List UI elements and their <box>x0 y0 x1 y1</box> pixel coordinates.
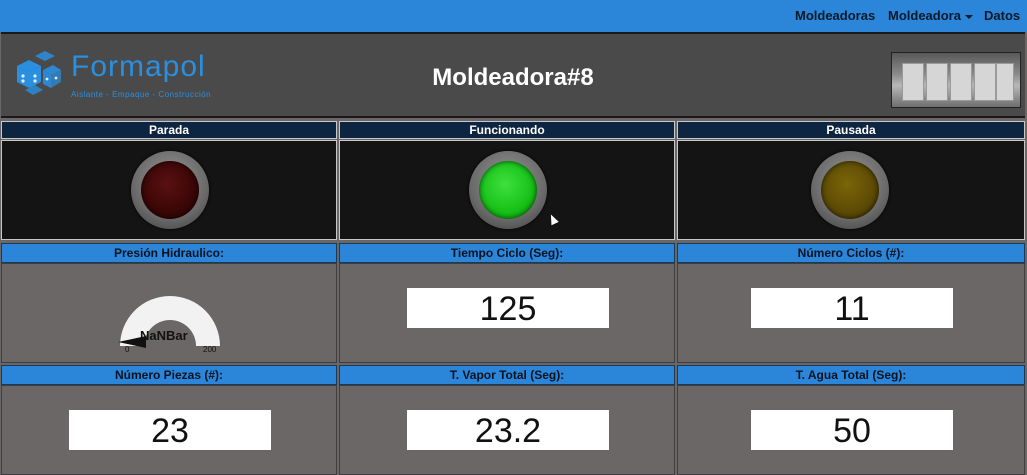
label-numero-piezas: Número Piezas (#): <box>1 365 337 385</box>
funcionando-indicator-lens <box>479 161 537 219</box>
page-header: Formapol Aislante - Empaque - Construcci… <box>1 32 1025 118</box>
photo-cabinet <box>950 63 972 101</box>
panel-t-agua-total: 50 <box>677 385 1025 475</box>
gauge-max-label: 200 <box>203 345 217 354</box>
label-t-vapor-total: T. Vapor Total (Seg): <box>339 365 675 385</box>
label-presion-hidraulico: Presión Hidraulico: <box>1 243 337 263</box>
nav-moldeadora-dropdown[interactable]: Moldeadora <box>888 8 973 23</box>
chevron-down-icon <box>964 14 973 19</box>
t-vapor-total-value: 23.2 <box>407 410 609 450</box>
panel-t-vapor-total: 23.2 <box>339 385 675 475</box>
panel-numero-ciclos: 11 <box>677 263 1025 363</box>
photo-cabinet <box>902 63 924 101</box>
numero-piezas-value: 23 <box>69 410 271 450</box>
status-panel-pausada <box>677 140 1025 240</box>
gauge-min-label: 0 <box>125 345 130 354</box>
page-title: Moldeadora#8 <box>432 64 594 91</box>
status-panel-funcionando <box>339 140 675 240</box>
parada-indicator-lens <box>141 161 199 219</box>
status-label-parada: Parada <box>1 121 337 139</box>
nav-moldeadora-label: Moldeadora <box>888 8 961 23</box>
label-numero-ciclos: Número Ciclos (#): <box>677 243 1025 263</box>
parada-indicator-light <box>131 151 209 229</box>
label-t-agua-total: T. Agua Total (Seg): <box>677 365 1025 385</box>
factory-photo <box>891 52 1021 108</box>
status-label-pausada: Pausada <box>677 121 1025 139</box>
pausada-indicator-light <box>811 151 889 229</box>
t-agua-total-value: 50 <box>751 410 953 450</box>
funcionando-indicator-light <box>469 151 547 229</box>
photo-cabinet <box>974 63 996 101</box>
panel-tiempo-ciclo: 125 <box>339 263 675 363</box>
nav-moldeadoras-link[interactable]: Moldeadoras <box>795 8 875 23</box>
photo-cabinet <box>926 63 948 101</box>
tiempo-ciclo-value: 125 <box>407 288 609 328</box>
nav-datos-link[interactable]: Datos <box>984 8 1020 23</box>
photo-cabinet <box>996 63 1014 101</box>
numero-ciclos-value: 11 <box>751 288 953 328</box>
label-tiempo-ciclo: Tiempo Ciclo (Seg): <box>339 243 675 263</box>
panel-presion-hidraulico: NaNBar 0 200 <box>1 263 337 363</box>
pausada-indicator-lens <box>821 161 879 219</box>
panel-numero-piezas: 23 <box>1 385 337 475</box>
status-label-funcionando: Funcionando <box>339 121 675 139</box>
top-navbar: Moldeadoras Moldeadora Datos <box>0 0 1027 32</box>
gauge-value: NaNBar <box>140 328 188 343</box>
status-panel-parada <box>1 140 337 240</box>
